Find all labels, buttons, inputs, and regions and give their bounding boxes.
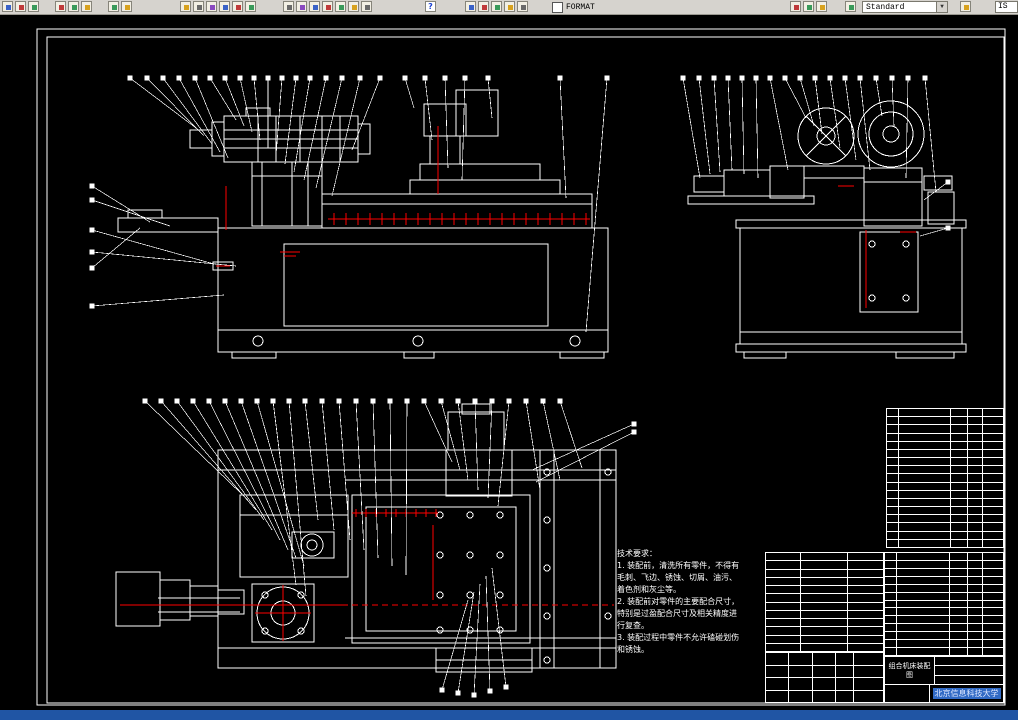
zoom-dynamic-icon[interactable] <box>219 1 230 12</box>
toolbar-group <box>108 1 132 13</box>
redo-icon[interactable] <box>121 1 132 12</box>
cad-application-window: FORMAT Standard ▼ IS ? 技术要求： 1. 装配前，清洗所有… <box>0 0 1018 720</box>
undo-icon[interactable] <box>108 1 119 12</box>
tech-req-line: 3. 装配过程中零件不允许磕碰划伤 <box>617 633 740 642</box>
toolbar-group <box>180 1 256 13</box>
zoom-scale-icon[interactable] <box>232 1 243 12</box>
parts-list-lower <box>884 552 1004 656</box>
tech-req-line: 1. 装配前，清洗所有零件，不得有 <box>617 561 740 570</box>
tool-palettes-icon[interactable] <box>361 1 372 12</box>
dim-style-dropdown[interactable]: IS <box>995 1 1018 13</box>
paste-icon[interactable] <box>309 1 320 12</box>
text-style-dropdown[interactable]: Standard ▼ <box>862 1 948 13</box>
organization-name[interactable]: 北京信息科技大学 <box>932 688 1001 699</box>
layer-states-icon[interactable] <box>478 1 489 12</box>
title-block: 组合机床装配图 北京信息科技大学 <box>884 656 1004 703</box>
layer-current-icon[interactable] <box>491 1 502 12</box>
lineweight-control-icon[interactable] <box>816 1 827 12</box>
tech-req-title: 技术要求： <box>617 549 657 558</box>
organization-cell: 北京信息科技大学 <box>930 685 1003 702</box>
tech-req-line: 2. 装配前对零件的主要配合尺寸， <box>617 597 740 606</box>
toolbar-group <box>845 1 856 13</box>
tech-req-line: 特别是过盈配合尺寸及相关精度进 <box>617 609 737 618</box>
toolbar-group <box>790 1 827 13</box>
chevron-down-icon[interactable]: ▼ <box>936 2 947 12</box>
match-properties-icon[interactable] <box>322 1 333 12</box>
revision-table <box>765 552 884 652</box>
toolbar-group <box>2 1 39 13</box>
toolbar-group <box>283 1 372 13</box>
zoom-realtime-icon[interactable] <box>193 1 204 12</box>
dim-style-icon[interactable] <box>960 1 971 12</box>
signature-table <box>765 652 884 703</box>
copy-icon[interactable] <box>296 1 307 12</box>
title-block-spacer <box>885 685 930 702</box>
toolbar-group <box>55 1 92 13</box>
tech-req-line: 着色剂和灰尘等。 <box>617 585 681 594</box>
plot-icon[interactable] <box>55 1 66 12</box>
layer-properties-icon[interactable] <box>465 1 476 12</box>
help-icon[interactable]: ? <box>425 1 436 12</box>
print-preview-icon[interactable] <box>68 1 79 12</box>
drawing-title: 组合机床装配图 <box>885 657 935 684</box>
front-view <box>117 89 609 359</box>
top-view <box>115 403 617 673</box>
parts-list-upper <box>886 408 1004 548</box>
command-window-edge[interactable] <box>0 710 1018 720</box>
text-style-icon[interactable] <box>845 1 856 12</box>
side-view <box>687 100 967 359</box>
tech-req-line: 毛刺、飞边、锈蚀、切屑、油污、 <box>617 573 737 582</box>
toolbar-group <box>960 1 971 13</box>
cut-icon[interactable] <box>283 1 294 12</box>
format-label: FORMAT <box>566 2 595 12</box>
object-color-icon[interactable] <box>790 1 801 12</box>
format-area: FORMAT <box>552 1 595 13</box>
tech-req-line: 行复查。 <box>617 621 649 630</box>
format-checkbox-icon[interactable] <box>552 1 563 13</box>
design-center-icon[interactable] <box>348 1 359 12</box>
dim-style-partial-value: IS <box>998 2 1008 11</box>
publish-icon[interactable] <box>81 1 92 12</box>
title-block-subcells <box>935 657 1003 684</box>
tech-req-line: 和锈蚀。 <box>617 645 649 654</box>
toolbar-group <box>465 1 528 13</box>
linetype-icon[interactable] <box>517 1 528 12</box>
tech-req-body: 1. 装配前，清洗所有零件，不得有 毛刺、飞边、锈蚀、切屑、油污、 着色剂和灰尘等。… <box>617 560 757 656</box>
save-icon[interactable] <box>28 1 39 12</box>
technical-requirements: 技术要求： 1. 装配前，清洗所有零件，不得有 毛刺、飞边、锈蚀、切屑、油污、 着色… <box>617 548 757 656</box>
toolbar: FORMAT Standard ▼ IS ? <box>0 0 1018 15</box>
pan-icon[interactable] <box>180 1 191 12</box>
zoom-window-icon[interactable] <box>206 1 217 12</box>
properties-icon[interactable] <box>335 1 346 12</box>
open-file-icon[interactable] <box>15 1 26 12</box>
toolbar-group: ? <box>425 1 436 13</box>
new-file-icon[interactable] <box>2 1 13 12</box>
zoom-previous-icon[interactable] <box>245 1 256 12</box>
linetype-control-icon[interactable] <box>803 1 814 12</box>
layer-previous-icon[interactable] <box>504 1 515 12</box>
text-style-value: Standard <box>866 2 905 12</box>
